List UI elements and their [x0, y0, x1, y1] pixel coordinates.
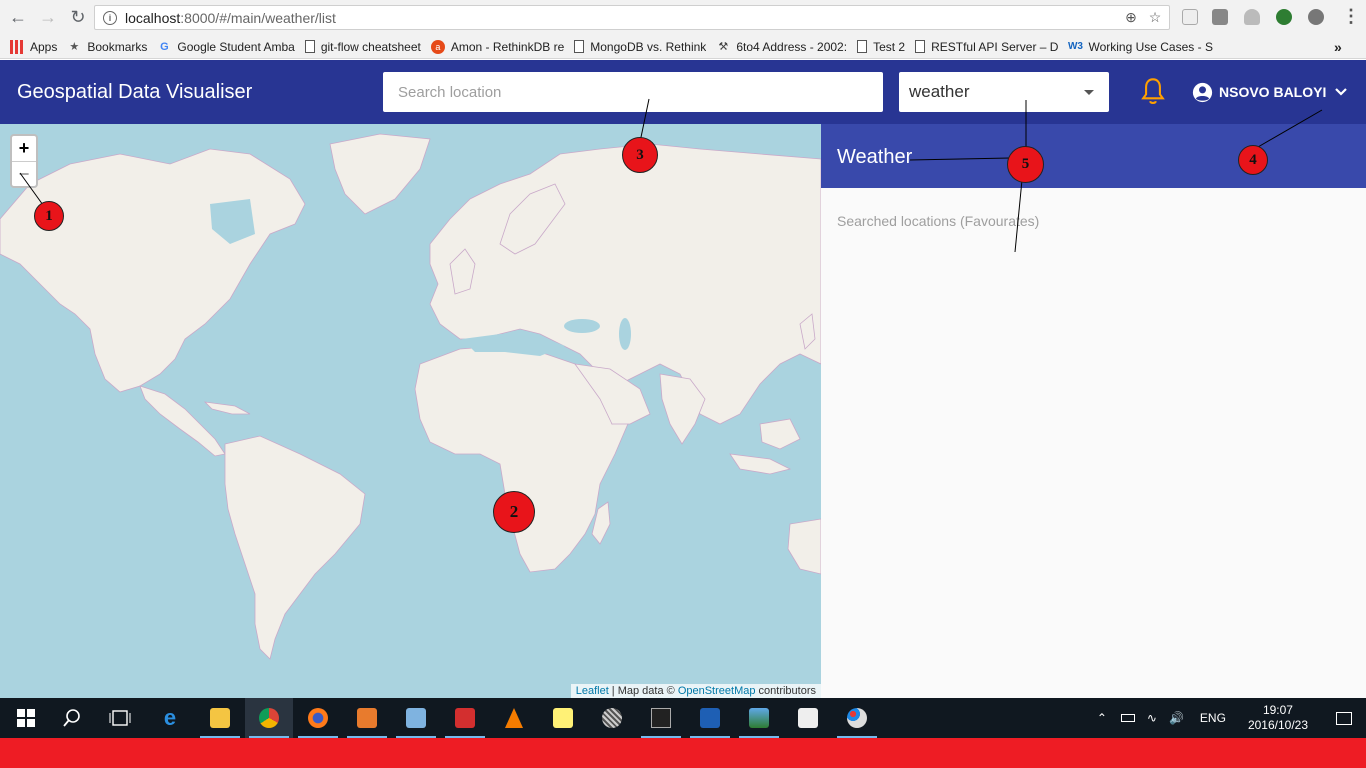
sticky-notes-icon [553, 708, 573, 728]
taskbar-globe-app[interactable] [588, 698, 636, 738]
annotation-marker-4: 4 [1238, 145, 1268, 175]
annotation-lines [19, 98, 1323, 253]
taskbar-virtualbox[interactable] [392, 698, 440, 738]
annotation-marker-3: 3 [622, 137, 658, 173]
acrobat-icon [455, 708, 475, 728]
taskbar-tex[interactable] [784, 698, 832, 738]
action-center-icon[interactable] [1336, 711, 1352, 725]
taskbar-powershell[interactable] [686, 698, 734, 738]
annotation-marker-1: 1 [34, 201, 64, 231]
start-button[interactable] [2, 698, 50, 738]
taskbar-chrome[interactable] [245, 698, 293, 738]
annotation-line-5b [909, 157, 1011, 161]
windows-logo-icon [17, 709, 35, 727]
taskbar-file-explorer[interactable] [196, 698, 244, 738]
edge-icon: e [163, 705, 177, 730]
vlc-cone-icon [505, 708, 523, 728]
tex-icon [798, 708, 818, 728]
virtualbox-icon [406, 708, 426, 728]
bottom-red-strip [0, 738, 1366, 768]
volume-icon[interactable]: 🔊 [1169, 711, 1184, 725]
taskbar-edge[interactable]: e [146, 698, 194, 738]
clock-time: 19:07 [1262, 703, 1293, 717]
battery-icon[interactable] [1120, 714, 1135, 722]
clock-date: 2016/10/23 [1247, 718, 1308, 732]
task-view-icon [109, 710, 131, 726]
taskbar-acrobat[interactable] [441, 698, 489, 738]
annotation-line-1 [19, 172, 44, 206]
globe-icon [602, 708, 622, 728]
taskbar-sticky-notes[interactable] [539, 698, 587, 738]
powershell-icon [700, 708, 720, 728]
taskbar-firefox[interactable] [294, 698, 342, 738]
annotation-marker-2: 2 [493, 491, 535, 533]
taskbar-terminal[interactable] [637, 698, 685, 738]
wifi-icon[interactable]: ∿ [1147, 711, 1157, 725]
annotation-line-4 [1257, 109, 1323, 148]
system-tray: ⌃ ∿ 🔊 ENG 19:07 2016/10/23 [1097, 698, 1366, 738]
taskbar-paint[interactable] [833, 698, 881, 738]
annotation-line-3 [639, 98, 650, 143]
windows-taskbar: e ⌃ ∿ 🔊 ENG 19:07 2016/10/23 [0, 698, 1366, 738]
annotation-line-5c [1014, 179, 1023, 253]
terminal-icon [651, 708, 671, 728]
taskbar-media-player[interactable] [343, 698, 391, 738]
taskbar-image-viewer[interactable] [735, 698, 783, 738]
language-indicator[interactable]: ENG [1200, 711, 1226, 725]
search-icon [63, 709, 80, 727]
paint-palette-icon [847, 708, 867, 728]
media-player-icon [357, 708, 377, 728]
annotation-marker-5: 5 [1007, 146, 1044, 183]
firefox-icon [308, 708, 328, 728]
taskbar-search[interactable] [48, 698, 96, 738]
chrome-icon [259, 708, 279, 728]
tray-chevron-up-icon[interactable]: ⌃ [1097, 711, 1107, 725]
folder-icon [210, 708, 230, 728]
clock[interactable]: 19:07 2016/10/23 [1248, 703, 1308, 733]
task-view[interactable] [96, 698, 144, 738]
image-viewer-icon [749, 708, 769, 728]
taskbar-vlc[interactable] [490, 698, 538, 738]
